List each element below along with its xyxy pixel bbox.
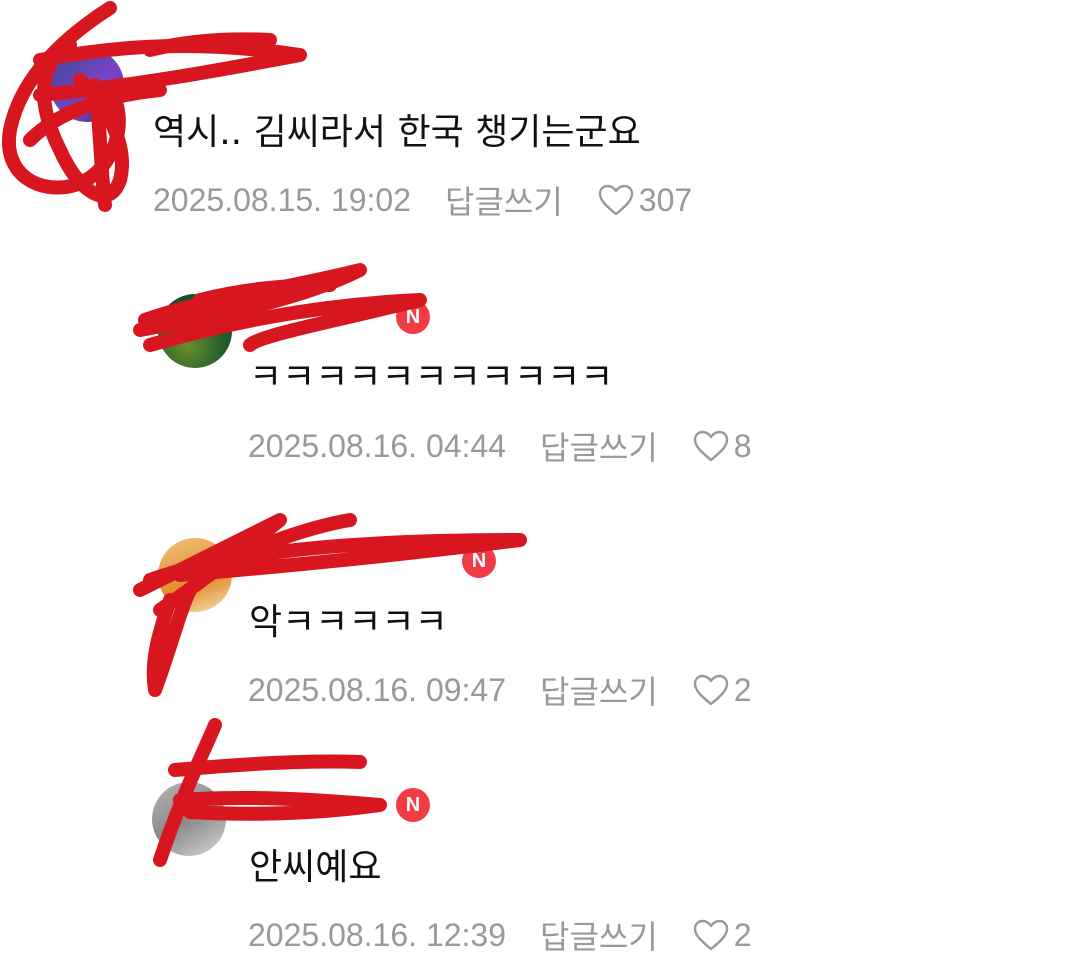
like-button[interactable]: 8 bbox=[692, 428, 752, 465]
new-badge-icon: N bbox=[396, 788, 430, 822]
like-button[interactable]: 307 bbox=[597, 182, 692, 219]
comment-meta: 2025.08.16. 04:44 답글쓰기 8 bbox=[248, 423, 752, 469]
user-avatar[interactable] bbox=[152, 782, 226, 856]
like-button[interactable]: 2 bbox=[692, 672, 752, 709]
like-count: 8 bbox=[733, 427, 752, 464]
new-badge-icon: N bbox=[396, 300, 430, 334]
comment-date: 2025.08.16. 04:44 bbox=[248, 427, 507, 464]
user-avatar[interactable] bbox=[158, 294, 232, 368]
heart-outline-icon bbox=[598, 184, 633, 216]
comment-text: ㅋㅋㅋㅋㅋㅋㅋㅋㅋㅋㅋ bbox=[249, 357, 614, 398]
reply-button[interactable]: 답글쓰기 bbox=[540, 423, 658, 469]
like-count: 2 bbox=[733, 916, 752, 953]
user-avatar[interactable] bbox=[158, 538, 232, 612]
like-count: 2 bbox=[733, 671, 752, 708]
comment-meta: 2025.08.16. 09:47 답글쓰기 2 bbox=[248, 667, 752, 713]
user-avatar[interactable] bbox=[50, 48, 124, 122]
comment-meta: 2025.08.16. 12:39 답글쓰기 2 bbox=[248, 912, 752, 958]
like-count: 307 bbox=[638, 181, 693, 218]
comment-text: 악ㅋㅋㅋㅋㅋ bbox=[249, 602, 448, 643]
comment-date: 2025.08.15. 19:02 bbox=[153, 181, 412, 218]
comment-text: 안씨예요 bbox=[249, 847, 382, 888]
comment-text: 역시.. 김씨라서 한국 챙기는군요 bbox=[153, 112, 641, 153]
new-badge-icon: N bbox=[462, 544, 496, 578]
heart-outline-icon bbox=[693, 674, 728, 706]
heart-outline-icon bbox=[693, 919, 728, 951]
comment-date: 2025.08.16. 09:47 bbox=[248, 671, 507, 708]
like-button[interactable]: 2 bbox=[692, 917, 752, 954]
comment-meta: 2025.08.15. 19:02 답글쓰기 307 bbox=[153, 177, 692, 223]
reply-button[interactable]: 답글쓰기 bbox=[540, 667, 658, 713]
comment-date: 2025.08.16. 12:39 bbox=[248, 916, 507, 953]
reply-button[interactable]: 답글쓰기 bbox=[445, 177, 563, 223]
reply-button[interactable]: 답글쓰기 bbox=[540, 912, 658, 958]
heart-outline-icon bbox=[693, 430, 728, 462]
